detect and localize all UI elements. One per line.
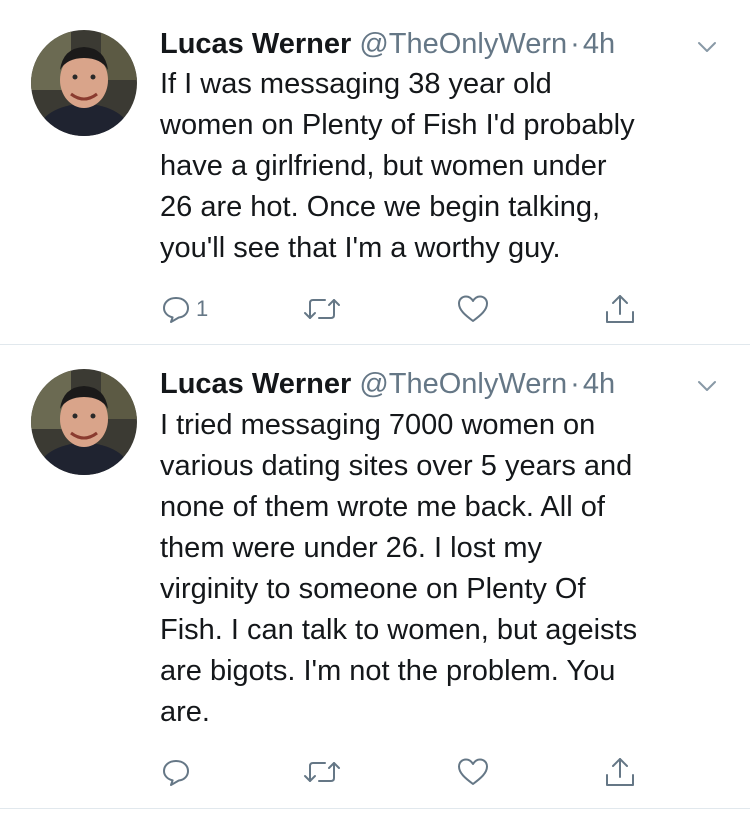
share-button[interactable] (603, 289, 637, 329)
chevron-down-icon[interactable] (696, 36, 718, 58)
tweet-text-line: various dating sites over 5 years and (160, 450, 633, 482)
like-button[interactable] (456, 752, 490, 792)
retweet-button[interactable] (303, 752, 341, 792)
tweet-text-line: If I was messaging 38 year old (160, 68, 552, 100)
avatar-photo-icon (31, 30, 137, 136)
heart-icon (458, 758, 488, 785)
separator-dot: · (570, 28, 580, 60)
retweet-icon (304, 299, 340, 319)
author-handle[interactable]: @TheOnlyWern (359, 28, 567, 60)
timestamp[interactable]: 4h (583, 368, 615, 400)
avatar[interactable] (31, 369, 137, 475)
avatar-photo-icon (31, 369, 137, 475)
reply-count: 1 (196, 296, 209, 321)
tweet[interactable]: Lucas Werner @TheOnlyWern · 4h I tried mes… (0, 345, 750, 809)
tweet-text: I tried messaging 7000 women on various … (160, 405, 735, 733)
chevron-down-icon[interactable] (696, 375, 718, 397)
author-name[interactable]: Lucas Werner (160, 368, 351, 400)
tweet-text-line: are. (160, 696, 210, 728)
tweet-text-line: you'll see that I'm a worthy guy. (160, 232, 561, 264)
share-icon (606, 295, 634, 323)
retweet-icon (304, 762, 340, 782)
tweet-text-line: them were under 26. I lost my (160, 532, 542, 564)
tweet[interactable]: Lucas Werner @TheOnlyWern · 4h If I was me… (0, 0, 750, 345)
heart-icon (458, 295, 488, 322)
tweet-text: If I was messaging 38 year old women on … (160, 64, 735, 269)
reply-button[interactable]: 1 (160, 289, 208, 329)
author-name[interactable]: Lucas Werner (160, 28, 351, 60)
action-bar: 1 (0, 289, 750, 329)
separator-dot: · (570, 368, 580, 400)
tweet-header: Lucas Werner @TheOnlyWern · 4h (160, 26, 615, 62)
like-button[interactable] (456, 289, 490, 329)
tweet-header: Lucas Werner @TheOnlyWern · 4h (160, 366, 615, 402)
reply-icon (163, 297, 189, 323)
tweet-text-line: 26 are hot. Once we begin talking, (160, 191, 601, 223)
share-button[interactable] (603, 752, 637, 792)
tweet-text-line: women on Plenty of Fish I'd probably (160, 109, 635, 141)
author-handle[interactable]: @TheOnlyWern (359, 368, 567, 400)
timestamp[interactable]: 4h (583, 28, 615, 60)
tweet-text-line: I tried messaging 7000 women on (160, 409, 596, 441)
share-icon (606, 758, 634, 786)
tweet-text-line: virginity to someone on Plenty Of (160, 573, 586, 605)
reply-icon (163, 760, 189, 786)
reply-button[interactable] (160, 752, 196, 792)
tweet-text-line: are bigots. I'm not the problem. You (160, 655, 616, 687)
retweet-button[interactable] (303, 289, 341, 329)
tweet-text-line: have a girlfriend, but women under (160, 150, 607, 182)
tweet-text-line: Fish. I can talk to women, but ageists (160, 614, 638, 646)
avatar[interactable] (31, 30, 137, 136)
tweet-text-line: none of them wrote me back. All of (160, 491, 605, 523)
action-bar (0, 752, 750, 792)
